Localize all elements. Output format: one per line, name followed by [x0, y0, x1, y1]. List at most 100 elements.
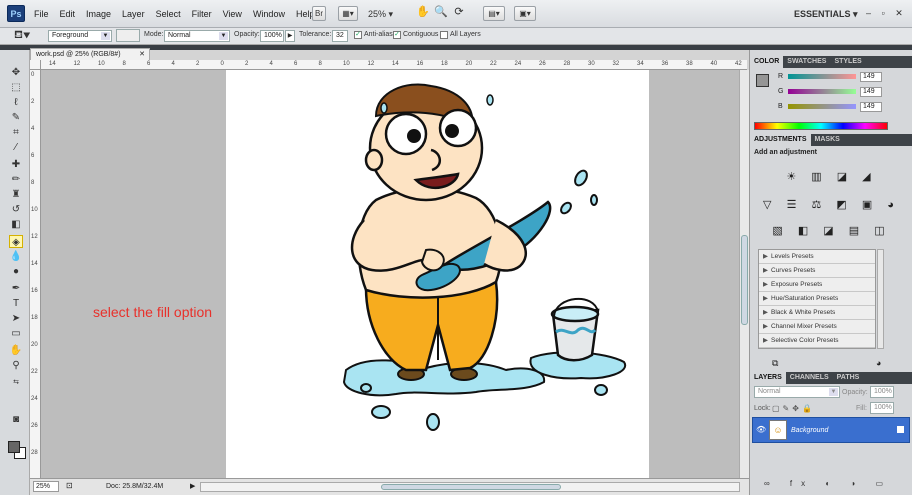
clip-to-layer-icon[interactable]: ⧉ — [772, 358, 778, 369]
layer-row-background[interactable]: 👁 ☺ Background — [752, 417, 910, 443]
rotate-view-icon[interactable]: ⟳ — [452, 6, 466, 21]
lasso-tool-icon[interactable]: ℓ — [9, 96, 23, 109]
tab-masks[interactable]: MASKS — [811, 134, 844, 146]
menu-image[interactable]: Image — [86, 9, 111, 19]
path-selection-tool-icon[interactable]: ➤ — [9, 312, 23, 325]
list-item[interactable]: ▶ Black & White Presets — [759, 306, 875, 320]
menu-view[interactable]: View — [223, 9, 242, 19]
tools-panel: ✥ ⬚ ℓ ✎ ⌗ ⁄ ✚ ✏ ♜ ↺ ◧ ◈ 💧 ● ✒ T ➤ ▭ ✋ ⚲ … — [0, 50, 30, 495]
layers-footer-icons[interactable]: ∞ fx ◐ ◑ ▭ ▯ 🗑 — [750, 475, 912, 495]
antialias-checkbox[interactable]: ✓ — [354, 31, 362, 39]
tab-paths[interactable]: PATHS — [833, 372, 864, 384]
document-canvas[interactable] — [226, 70, 649, 478]
adjustment-panel-menu-icon[interactable]: ◕ — [876, 358, 881, 368]
color-spectrum-bar[interactable] — [754, 122, 888, 130]
menu-edit[interactable]: Edit — [60, 9, 76, 19]
ruler-origin[interactable] — [30, 60, 41, 70]
healing-brush-tool-icon[interactable]: ✚ — [9, 158, 23, 171]
tab-color[interactable]: COLOR — [750, 56, 784, 68]
adjustment-icons-row-3[interactable]: ▧ ◧ ◪ ▤ ◫ — [750, 224, 912, 237]
list-item[interactable]: ▶ Levels Presets — [759, 250, 875, 264]
all-layers-checkbox[interactable] — [440, 31, 448, 39]
blue-slider[interactable] — [788, 104, 856, 109]
tab-swatches[interactable]: SWATCHES — [783, 56, 830, 68]
zoom-tool-icon[interactable]: 🔍 — [434, 6, 448, 21]
vertical-scrollbar[interactable] — [739, 70, 749, 478]
opacity-input[interactable]: 100% — [260, 30, 284, 42]
blend-mode-select[interactable]: Normal ▼ — [754, 386, 840, 398]
move-tool-icon[interactable]: ✥ — [9, 66, 23, 79]
opacity-slider-button[interactable]: ▶ — [285, 30, 295, 42]
vertical-scroll-thumb[interactable] — [741, 235, 748, 325]
bridge-button[interactable]: Br — [312, 6, 326, 21]
red-slider[interactable] — [788, 74, 856, 79]
quick-mask-icon[interactable]: ◙ — [9, 413, 23, 426]
swap-colors-icon[interactable]: ⇆ — [9, 376, 23, 389]
mode-select[interactable]: Normal ▼ — [164, 30, 230, 42]
adjustment-icons-row-2[interactable]: ▽ ☰ ⚖ ◩ ▣ ◕ — [750, 198, 912, 211]
hand-tool-icon[interactable]: ✋ — [416, 6, 430, 21]
zoom-level-menu[interactable]: 25% ▾ — [368, 9, 393, 20]
pattern-picker[interactable] — [116, 29, 140, 42]
document-tab[interactable]: work.psd @ 25% (RGB/8#) ✕ — [30, 48, 150, 60]
green-slider[interactable] — [788, 89, 856, 94]
ruler-tick-label: 26 — [31, 423, 38, 429]
paint-bucket-tool-icon[interactable]: ⛾▾ — [14, 29, 30, 43]
crop-tool-icon[interactable]: ⌗ — [9, 126, 23, 139]
adjustment-icons-row-1[interactable]: ☀ ▥ ◪ ◢ — [750, 170, 912, 183]
fill-source-select[interactable]: Foreground ▼ — [48, 30, 112, 42]
clone-stamp-tool-icon[interactable]: ♜ — [9, 188, 23, 201]
horizontal-scroll-thumb[interactable] — [381, 484, 561, 490]
list-item[interactable]: ▶ Selective Color Presets — [759, 334, 875, 348]
menu-file[interactable]: File — [34, 9, 49, 19]
zoom-tool-icon[interactable]: ⚲ — [9, 359, 23, 372]
red-value-input[interactable]: 149 — [860, 72, 882, 82]
foreground-color-swatch[interactable] — [8, 441, 20, 453]
list-item[interactable]: ▶ Curves Presets — [759, 264, 875, 278]
arrange-documents-button[interactable]: ▤▾ — [483, 6, 505, 21]
blur-tool-icon[interactable]: 💧 — [9, 250, 23, 263]
tab-styles[interactable]: STYLES — [830, 56, 865, 68]
workspace-switcher[interactable]: ESSENTIALS ▾ — [794, 9, 858, 20]
menu-select[interactable]: Select — [156, 9, 181, 19]
tab-layers[interactable]: LAYERS — [750, 372, 786, 384]
brush-tool-icon[interactable]: ✏ — [9, 173, 23, 186]
eye-icon[interactable]: 👁 — [756, 425, 766, 434]
hand-tool-icon[interactable]: ✋ — [9, 344, 23, 357]
window-controls[interactable]: – ▫ ✕ — [866, 8, 907, 19]
contiguous-checkbox[interactable]: ✓ — [393, 31, 401, 39]
layer-fill-input[interactable]: 100% — [870, 402, 894, 414]
lock-icons[interactable]: ▢✎✥🔒 — [772, 404, 815, 413]
layer-opacity-input[interactable]: 100% — [870, 386, 894, 398]
quick-selection-tool-icon[interactable]: ✎ — [9, 111, 23, 124]
marquee-tool-icon[interactable]: ⬚ — [9, 81, 23, 94]
green-value-input[interactable]: 149 — [860, 87, 882, 97]
view-extras-button[interactable]: ▦▾ — [338, 6, 358, 21]
menu-filter[interactable]: Filter — [192, 9, 212, 19]
menu-window[interactable]: Window — [253, 9, 285, 19]
dodge-tool-icon[interactable]: ● — [9, 265, 23, 278]
presets-scrollbar[interactable] — [877, 249, 884, 349]
menu-layer[interactable]: Layer — [122, 9, 145, 19]
list-item[interactable]: ▶ Hue/Saturation Presets — [759, 292, 875, 306]
eyedropper-tool-icon[interactable]: ⁄ — [9, 141, 23, 154]
status-zoom-input[interactable]: 25% — [33, 481, 59, 492]
tolerance-input[interactable]: 32 — [332, 30, 348, 42]
shape-tool-icon[interactable]: ▭ — [9, 327, 23, 340]
status-info-icon[interactable]: ⊡ — [66, 481, 73, 490]
eraser-tool-icon[interactable]: ◧ — [9, 218, 23, 231]
history-brush-tool-icon[interactable]: ↺ — [9, 203, 23, 216]
screen-mode-button[interactable]: ▣▾ — [514, 6, 536, 21]
color-fg-preview[interactable] — [756, 74, 769, 87]
blue-value-input[interactable]: 149 — [860, 102, 882, 112]
status-menu-icon[interactable]: ▶ — [190, 482, 195, 490]
list-item[interactable]: ▶ Channel Mixer Presets — [759, 320, 875, 334]
paint-bucket-tool-icon[interactable]: ◈ — [9, 235, 23, 248]
pen-tool-icon[interactable]: ✒ — [9, 282, 23, 295]
list-item[interactable]: ▶ Exposure Presets — [759, 278, 875, 292]
tab-adjustments[interactable]: ADJUSTMENTS — [750, 134, 811, 146]
horizontal-scrollbar[interactable] — [200, 482, 740, 492]
close-icon[interactable]: ✕ — [139, 49, 145, 60]
tab-channels[interactable]: CHANNELS — [786, 372, 833, 384]
type-tool-icon[interactable]: T — [9, 297, 23, 310]
